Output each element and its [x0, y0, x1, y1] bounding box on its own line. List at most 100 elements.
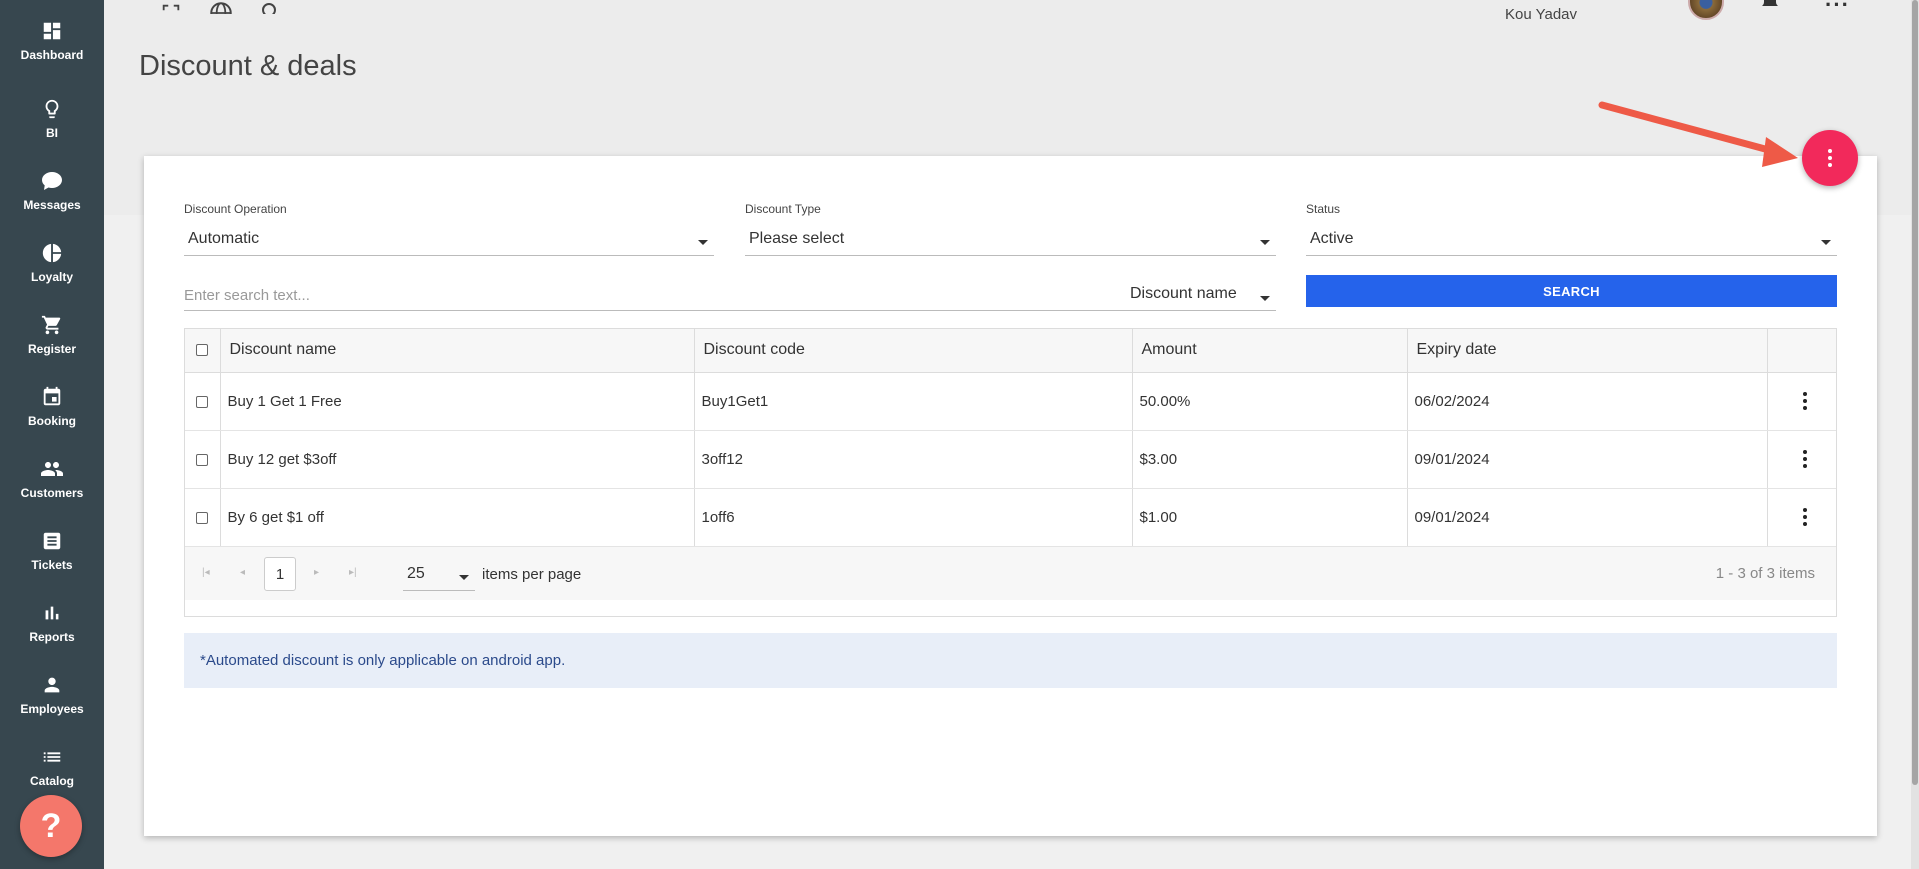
pager: |◂ ◂ 1 ▸ ▸| 25 items per page 1 - 3 of 3…	[185, 547, 1836, 600]
row-checkbox[interactable]	[196, 395, 209, 408]
sidebar-item-label: Booking	[28, 414, 76, 428]
row-actions-cell	[1767, 488, 1837, 547]
sidebar-item-label: Tickets	[31, 558, 73, 572]
dashboard-icon	[39, 18, 65, 44]
status-value: Active	[1310, 229, 1354, 247]
globe-icon[interactable]	[208, 0, 234, 14]
page-number-button[interactable]: 1	[264, 557, 296, 591]
row-menu-icon[interactable]	[1775, 392, 1837, 410]
fab-dot	[1828, 149, 1832, 153]
items-per-page-select[interactable]: 25	[403, 557, 475, 591]
discount-name-cell: Buy 1 Get 1 Free	[220, 372, 695, 431]
expiry-date-cell: 09/01/2024	[1407, 488, 1768, 547]
column-header-code[interactable]: Discount code	[694, 329, 1133, 373]
row-actions-cell	[1767, 372, 1837, 431]
items-per-page-value: 25	[407, 564, 425, 582]
sidebar-item-label: Loyalty	[30, 270, 73, 284]
pager-info: 1 - 3 of 3 items	[1715, 565, 1815, 582]
sidebar-item-label: Register	[27, 342, 77, 356]
search-field-select[interactable]: Discount name	[1126, 278, 1276, 311]
sidebar-item-bi[interactable]: BI	[0, 86, 104, 158]
sidebar-item-dashboard[interactable]: Dashboard	[0, 8, 104, 80]
row-menu-icon[interactable]	[1775, 450, 1837, 468]
sidebar-item-tickets[interactable]: Tickets	[0, 518, 104, 590]
items-per-page-label: items per page	[482, 566, 582, 583]
prev-page-icon[interactable]: ◂	[240, 568, 250, 578]
discount-type-label: Discount Type	[745, 202, 821, 216]
chevron-down-icon	[698, 240, 708, 245]
last-page-icon[interactable]: ▸|	[349, 568, 359, 578]
discount-code-cell: Buy1Get1	[694, 372, 1133, 431]
sidebar-item-reports[interactable]: Reports	[0, 590, 104, 662]
sidebar-item-label: Customers	[20, 486, 84, 500]
receipt-icon	[39, 528, 65, 554]
select-all-checkbox[interactable]	[196, 344, 209, 357]
chevron-down-icon	[1821, 240, 1831, 245]
row-menu-icon[interactable]	[1775, 508, 1837, 526]
sidebar-item-label: Reports	[29, 630, 75, 644]
row-select-cell	[185, 372, 221, 431]
sidebar-item-label: Dashboard	[20, 48, 84, 62]
column-header-amount[interactable]: Amount	[1132, 329, 1408, 373]
scrollbar[interactable]	[1911, 0, 1919, 869]
row-select-cell	[185, 488, 221, 547]
column-header-actions	[1767, 329, 1836, 373]
sidebar-item-register[interactable]: Register	[0, 302, 104, 374]
scrollbar-thumb[interactable]	[1912, 0, 1918, 785]
annotation-arrow	[1598, 101, 1798, 167]
toolbar	[158, 0, 284, 14]
table-row[interactable]: Buy 12 get $3off 3off12 $3.00 09/01/2024	[185, 430, 1837, 489]
column-header-name[interactable]: Discount name	[220, 329, 695, 373]
bell-icon[interactable]	[1760, 0, 1780, 10]
discount-operation-label: Discount Operation	[184, 202, 287, 216]
table-header-row: Discount name Discount code Amount Expir…	[185, 329, 1836, 373]
row-checkbox[interactable]	[196, 453, 209, 466]
discount-operation-field[interactable]: Discount Operation Automatic	[184, 202, 714, 256]
search-input[interactable]	[184, 280, 1126, 311]
search-icon[interactable]	[258, 0, 284, 14]
person-icon	[39, 672, 65, 698]
discount-name-cell: By 6 get $1 off	[220, 488, 695, 547]
list-icon	[39, 744, 65, 770]
discount-code-cell: 3off12	[694, 430, 1133, 489]
pie-icon	[39, 240, 65, 266]
user-name[interactable]: Kou Yadav	[1505, 6, 1577, 23]
calendar-icon	[39, 384, 65, 410]
bar-chart-icon	[39, 600, 65, 626]
info-notice: *Automated discount is only applicable o…	[184, 633, 1837, 688]
sidebar-item-label: BI	[46, 126, 58, 140]
status-field[interactable]: Status Active	[1306, 202, 1837, 256]
fullscreen-icon[interactable]	[158, 0, 184, 14]
next-page-icon[interactable]: ▸	[314, 568, 324, 578]
sidebar-item-label: Catalog	[29, 774, 74, 788]
search-button[interactable]: SEARCH	[1306, 275, 1837, 307]
sidebar-item-booking[interactable]: Booking	[0, 374, 104, 446]
amount-cell: $1.00	[1132, 488, 1408, 547]
table-row[interactable]: By 6 get $1 off 1off6 $1.00 09/01/2024	[185, 488, 1837, 547]
chevron-down-icon	[1260, 240, 1270, 245]
amount-cell: $3.00	[1132, 430, 1408, 489]
row-select-cell	[185, 430, 221, 489]
help-button[interactable]: ?	[20, 795, 82, 857]
sidebar-item-messages[interactable]: Messages	[0, 158, 104, 230]
discount-operation-select[interactable]: Automatic	[184, 222, 714, 256]
chat-icon	[39, 168, 65, 194]
chevron-down-icon	[459, 575, 469, 580]
discount-type-field[interactable]: Discount Type Please select	[745, 202, 1276, 256]
sidebar-item-customers[interactable]: Customers	[0, 446, 104, 518]
select-all-cell	[185, 329, 221, 373]
row-checkbox[interactable]	[196, 511, 209, 524]
column-header-expiry[interactable]: Expiry date	[1407, 329, 1768, 373]
table-row[interactable]: Buy 1 Get 1 Free Buy1Get1 50.00% 06/02/2…	[185, 372, 1837, 431]
expiry-date-cell: 06/02/2024	[1407, 372, 1768, 431]
more-options-icon[interactable]: ···	[1825, 0, 1850, 16]
page-title: Discount & deals	[139, 50, 357, 82]
discount-name-cell: Buy 12 get $3off	[220, 430, 695, 489]
more-actions-button[interactable]	[1802, 130, 1858, 186]
discount-type-select[interactable]: Please select	[745, 222, 1276, 256]
sidebar-item-loyalty[interactable]: Loyalty	[0, 230, 104, 302]
sidebar-item-label: Employees	[20, 702, 84, 716]
sidebar-item-employees[interactable]: Employees	[0, 662, 104, 734]
status-select[interactable]: Active	[1306, 222, 1837, 256]
first-page-icon[interactable]: |◂	[202, 568, 212, 578]
